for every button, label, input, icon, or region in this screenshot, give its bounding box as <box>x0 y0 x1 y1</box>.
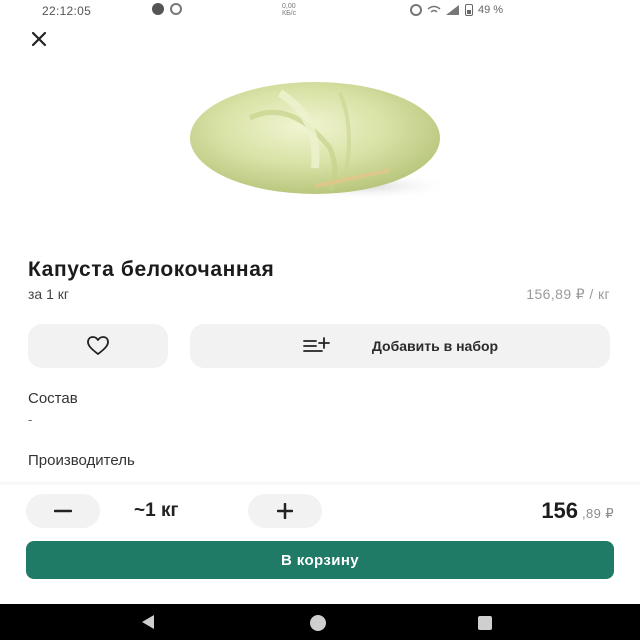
divider <box>0 482 640 486</box>
cabbage-image <box>190 82 455 200</box>
network-speed: 0,00 КБ/с <box>282 3 296 17</box>
plus-icon <box>277 503 293 519</box>
close-button[interactable] <box>26 26 52 52</box>
back-icon[interactable] <box>142 615 154 629</box>
app-notification-icon <box>152 3 164 15</box>
system-nav-bar <box>0 604 640 640</box>
price-integer: 156 <box>541 498 579 523</box>
manufacturer-label: Производитель <box>28 452 135 469</box>
favorite-button[interactable] <box>28 324 168 368</box>
add-list-icon <box>303 337 330 352</box>
composition-value: - <box>28 412 33 427</box>
close-icon <box>31 31 47 47</box>
price-fraction: ,89 ₽ <box>582 506 614 521</box>
notification-icons <box>152 3 182 15</box>
status-bar: 22:12:05 0,00 КБ/с 49 % <box>0 0 640 22</box>
product-title: Капуста белокочанная <box>28 258 275 281</box>
unit-price: 156,89 ₽ / кг <box>526 286 610 302</box>
quantity-decrease-button[interactable] <box>26 494 100 528</box>
unit-label: за 1 кг <box>28 286 70 302</box>
quantity-value: ~1 кг <box>134 500 179 521</box>
heart-icon <box>87 336 109 355</box>
recent-apps-icon[interactable] <box>478 616 492 630</box>
network-speed-value: 0,00 <box>282 3 296 10</box>
add-to-set-button[interactable]: Добавить в набор <box>190 324 610 368</box>
signal-icon <box>446 5 459 15</box>
composition-label: Состав <box>28 390 78 407</box>
status-time: 22:12:05 <box>42 4 92 18</box>
network-speed-unit: КБ/с <box>282 10 297 17</box>
battery-icon <box>465 4 473 16</box>
quantity-increase-button[interactable] <box>248 494 322 528</box>
add-to-set-label: Добавить в набор <box>371 338 499 354</box>
home-icon[interactable] <box>310 615 326 631</box>
add-to-cart-button[interactable]: В корзину <box>26 541 614 579</box>
sync-icon <box>170 3 182 15</box>
battery-percent: 49 % <box>478 4 504 16</box>
minus-icon <box>54 509 72 513</box>
alarm-icon <box>410 4 422 16</box>
system-icons: 49 % <box>410 4 503 16</box>
total-price: 156 ,89 ₽ <box>541 498 614 524</box>
wifi-icon <box>427 5 441 13</box>
